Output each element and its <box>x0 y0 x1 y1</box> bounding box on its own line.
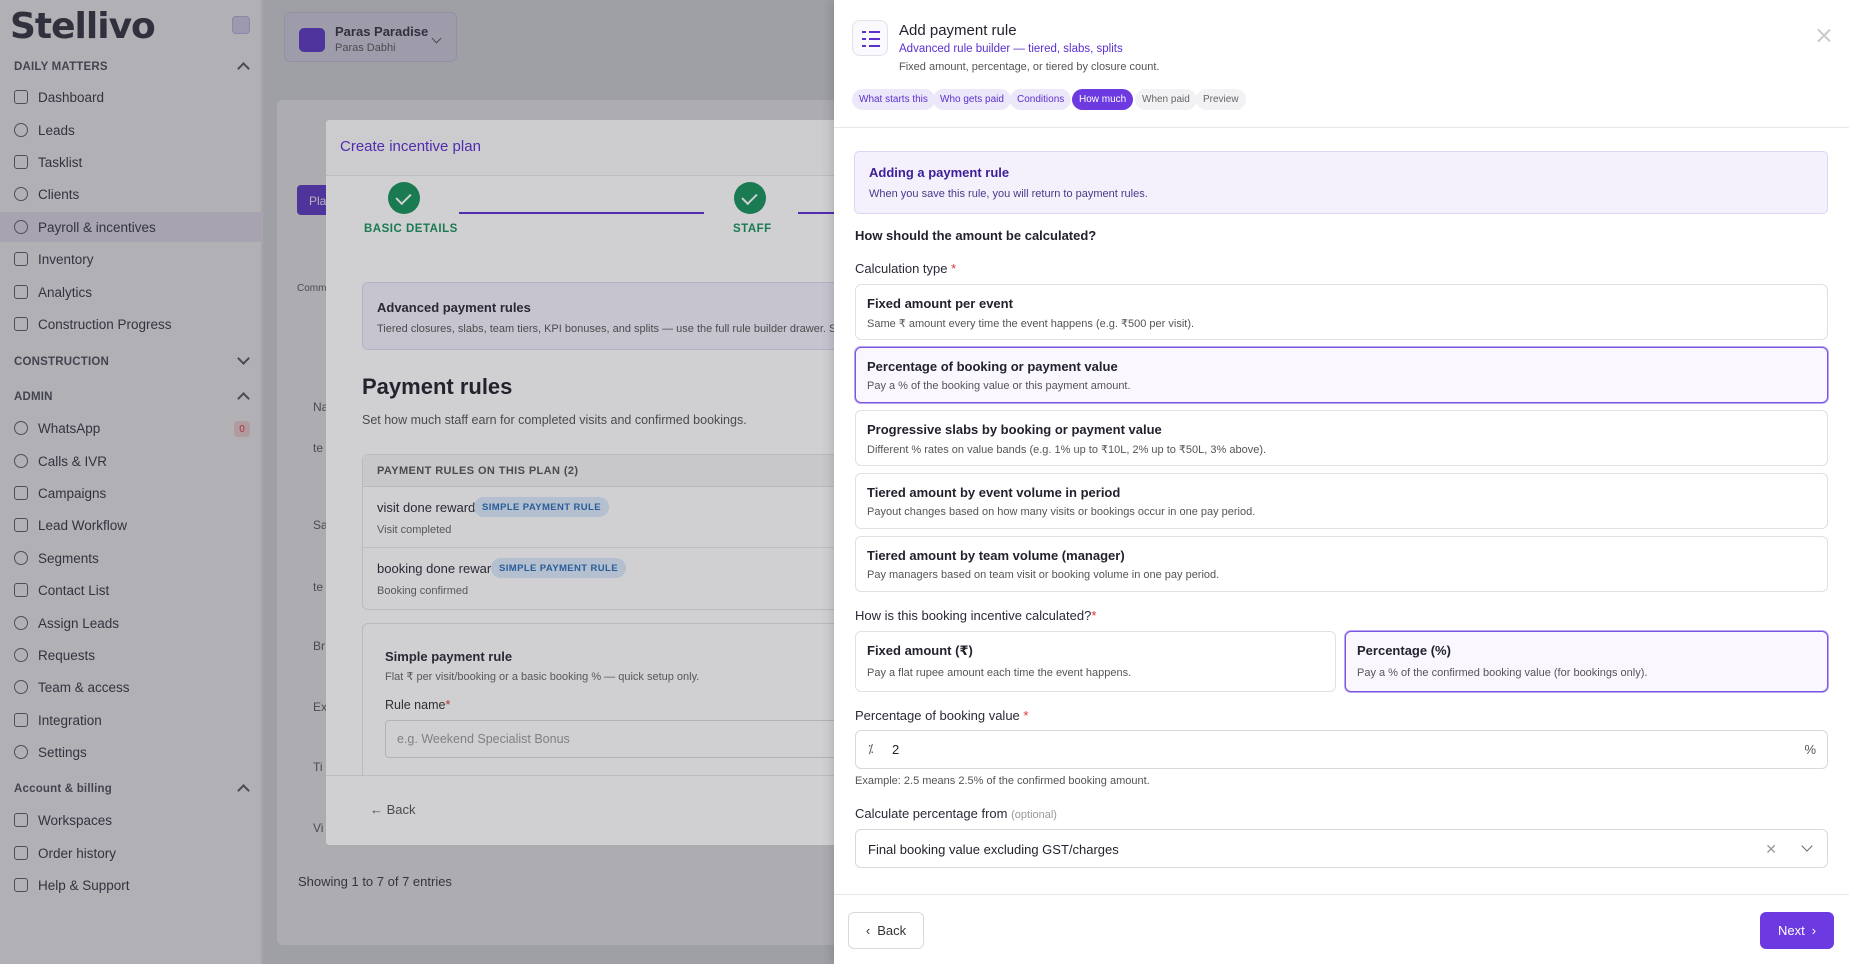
calc-from-label: Calculate percentage from (optional) <box>855 806 1057 821</box>
create-incentive-plan-modal: Create incentive plan BASIC DETAILS STAF… <box>326 120 866 845</box>
add-payment-rule-drawer: Add payment rule Advanced rule builder —… <box>834 0 1849 964</box>
selected-value: Final booking value excluding GST/charge… <box>868 842 1119 857</box>
drawer-subtitle: Advanced rule builder — tiered, slabs, s… <box>899 43 1123 55</box>
label-text: Calculation type <box>855 261 948 276</box>
option-title: Progressive slabs by booking or payment … <box>867 422 1162 437</box>
tab-what-starts-this[interactable]: What starts this <box>852 89 935 110</box>
label-text: Percentage of booking value <box>855 708 1020 723</box>
option-title: Tiered amount by event volume in period <box>867 485 1121 500</box>
next-label: Next <box>1777 923 1805 938</box>
option-title: Percentage of booking or payment value <box>867 359 1118 374</box>
required-mark: * <box>951 261 957 276</box>
drawer-description: Fixed amount, percentage, or tiered by c… <box>899 61 1160 73</box>
tab-when-paid[interactable]: When paid <box>1135 89 1197 110</box>
percentage-value: 2 <box>892 742 900 757</box>
required-mark: * <box>1023 708 1029 723</box>
calc-option-tiered-event[interactable]: Tiered amount by event volume in period … <box>855 473 1828 529</box>
calc-from-select[interactable]: Final booking value excluding GST/charge… <box>855 829 1828 868</box>
ordered-list-icon <box>852 20 888 56</box>
calc-option-tiered-team[interactable]: Tiered amount by team volume (manager) P… <box>855 536 1828 592</box>
section-question: How should the amount be calculated? <box>855 228 1097 243</box>
optional-hint: (optional) <box>1011 809 1057 821</box>
option-title: Tiered amount by team volume (manager) <box>867 548 1125 563</box>
option-title: Percentage (%) <box>1357 643 1451 658</box>
back-label: Back <box>877 923 907 938</box>
percent-suffix: % <box>1804 742 1816 757</box>
clear-icon[interactable]: ✕ <box>1765 841 1777 858</box>
incentive-calc-label: How is this booking incentive calculated… <box>855 608 1096 623</box>
pct-label: Percentage of booking value * <box>855 708 1028 723</box>
info-banner: Adding a payment rule When you save this… <box>854 151 1828 214</box>
calc-type-label: Calculation type * <box>855 261 956 276</box>
option-desc: Pay a flat rupee amount each time the ev… <box>867 667 1132 679</box>
option-title: Fixed amount per event <box>867 296 1013 311</box>
option-title: Fixed amount (₹) <box>867 643 973 658</box>
percentage-input[interactable]: ⁒ 2 % <box>855 730 1828 769</box>
percent-icon: ⁒ <box>868 742 874 756</box>
calc-option-fixed[interactable]: Fixed amount per event Same ₹ amount eve… <box>855 284 1828 340</box>
tab-who-gets-paid[interactable]: Who gets paid <box>933 89 1011 110</box>
chevron-right-icon: › <box>1811 923 1817 938</box>
modal-overlay <box>326 120 866 845</box>
option-desc: Pay managers based on team visit or book… <box>867 569 1220 581</box>
chevron-down-icon[interactable] <box>1801 840 1813 852</box>
info-desc: When you save this rule, you will return… <box>869 188 1148 200</box>
drawer-title: Add payment rule <box>899 22 1017 39</box>
option-desc: Same ₹ amount every time the event happe… <box>867 318 1195 330</box>
drawer-header: Add payment rule Advanced rule builder —… <box>834 0 1849 128</box>
required-mark: * <box>1091 608 1097 623</box>
chevron-left-icon: ‹ <box>865 923 871 938</box>
label-text: How is this booking incentive calculated… <box>855 608 1092 623</box>
next-button[interactable]: Next › <box>1760 912 1834 949</box>
option-desc: Payout changes based on how many visits … <box>867 506 1256 518</box>
option-desc: Pay a % of the confirmed booking value (… <box>1357 667 1648 679</box>
option-desc: Different % rates on value bands (e.g. 1… <box>867 444 1267 456</box>
option-desc: Pay a % of the booking value or this pay… <box>867 380 1131 392</box>
incentive-option-percentage[interactable]: Percentage (%) Pay a % of the confirmed … <box>1345 631 1828 692</box>
calc-option-progressive-slabs[interactable]: Progressive slabs by booking or payment … <box>855 410 1828 466</box>
info-title: Adding a payment rule <box>869 165 1010 180</box>
label-text: Calculate percentage from <box>855 806 1008 821</box>
tab-conditions[interactable]: Conditions <box>1010 89 1072 110</box>
drawer-footer: ‹ Back Next › <box>834 894 1849 964</box>
pct-example: Example: 2.5 means 2.5% of the confirmed… <box>855 775 1150 787</box>
close-icon[interactable] <box>1817 28 1831 42</box>
calc-option-percentage[interactable]: Percentage of booking or payment value P… <box>855 347 1828 403</box>
incentive-option-fixed[interactable]: Fixed amount (₹) Pay a flat rupee amount… <box>855 631 1336 692</box>
back-button[interactable]: ‹ Back <box>848 912 924 949</box>
tab-how-much[interactable]: How much <box>1072 89 1134 110</box>
tab-preview[interactable]: Preview <box>1196 89 1246 110</box>
